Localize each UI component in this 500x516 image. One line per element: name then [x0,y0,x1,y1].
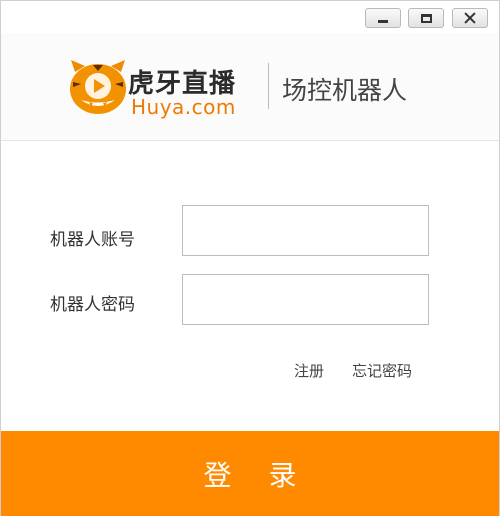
register-link[interactable]: 注册 [294,360,324,381]
huya-tiger-logo-icon [70,60,126,114]
account-input[interactable] [182,205,429,256]
password-input[interactable] [182,274,429,325]
close-icon [464,12,476,24]
product-title: 场控机器人 [282,76,408,105]
account-label: 机器人账号 [50,230,135,250]
login-button[interactable]: 登 录 [1,431,499,516]
password-label: 机器人密码 [50,295,135,315]
title-bar [1,1,499,33]
brand-header: 虎牙直播 Huya.com 场控机器人 [1,33,499,141]
forgot-password-link[interactable]: 忘记密码 [352,360,412,381]
login-window: 虎牙直播 Huya.com 场控机器人 机器人账号 机器人密码 注册 忘记密码 … [0,0,500,516]
maximize-icon [420,13,432,23]
header-divider [268,63,269,109]
minimize-icon [378,19,388,23]
maximize-button[interactable] [408,8,444,28]
brand-name-english: Huya.com [131,95,236,119]
close-button[interactable] [452,8,488,28]
minimize-button[interactable] [365,8,401,28]
